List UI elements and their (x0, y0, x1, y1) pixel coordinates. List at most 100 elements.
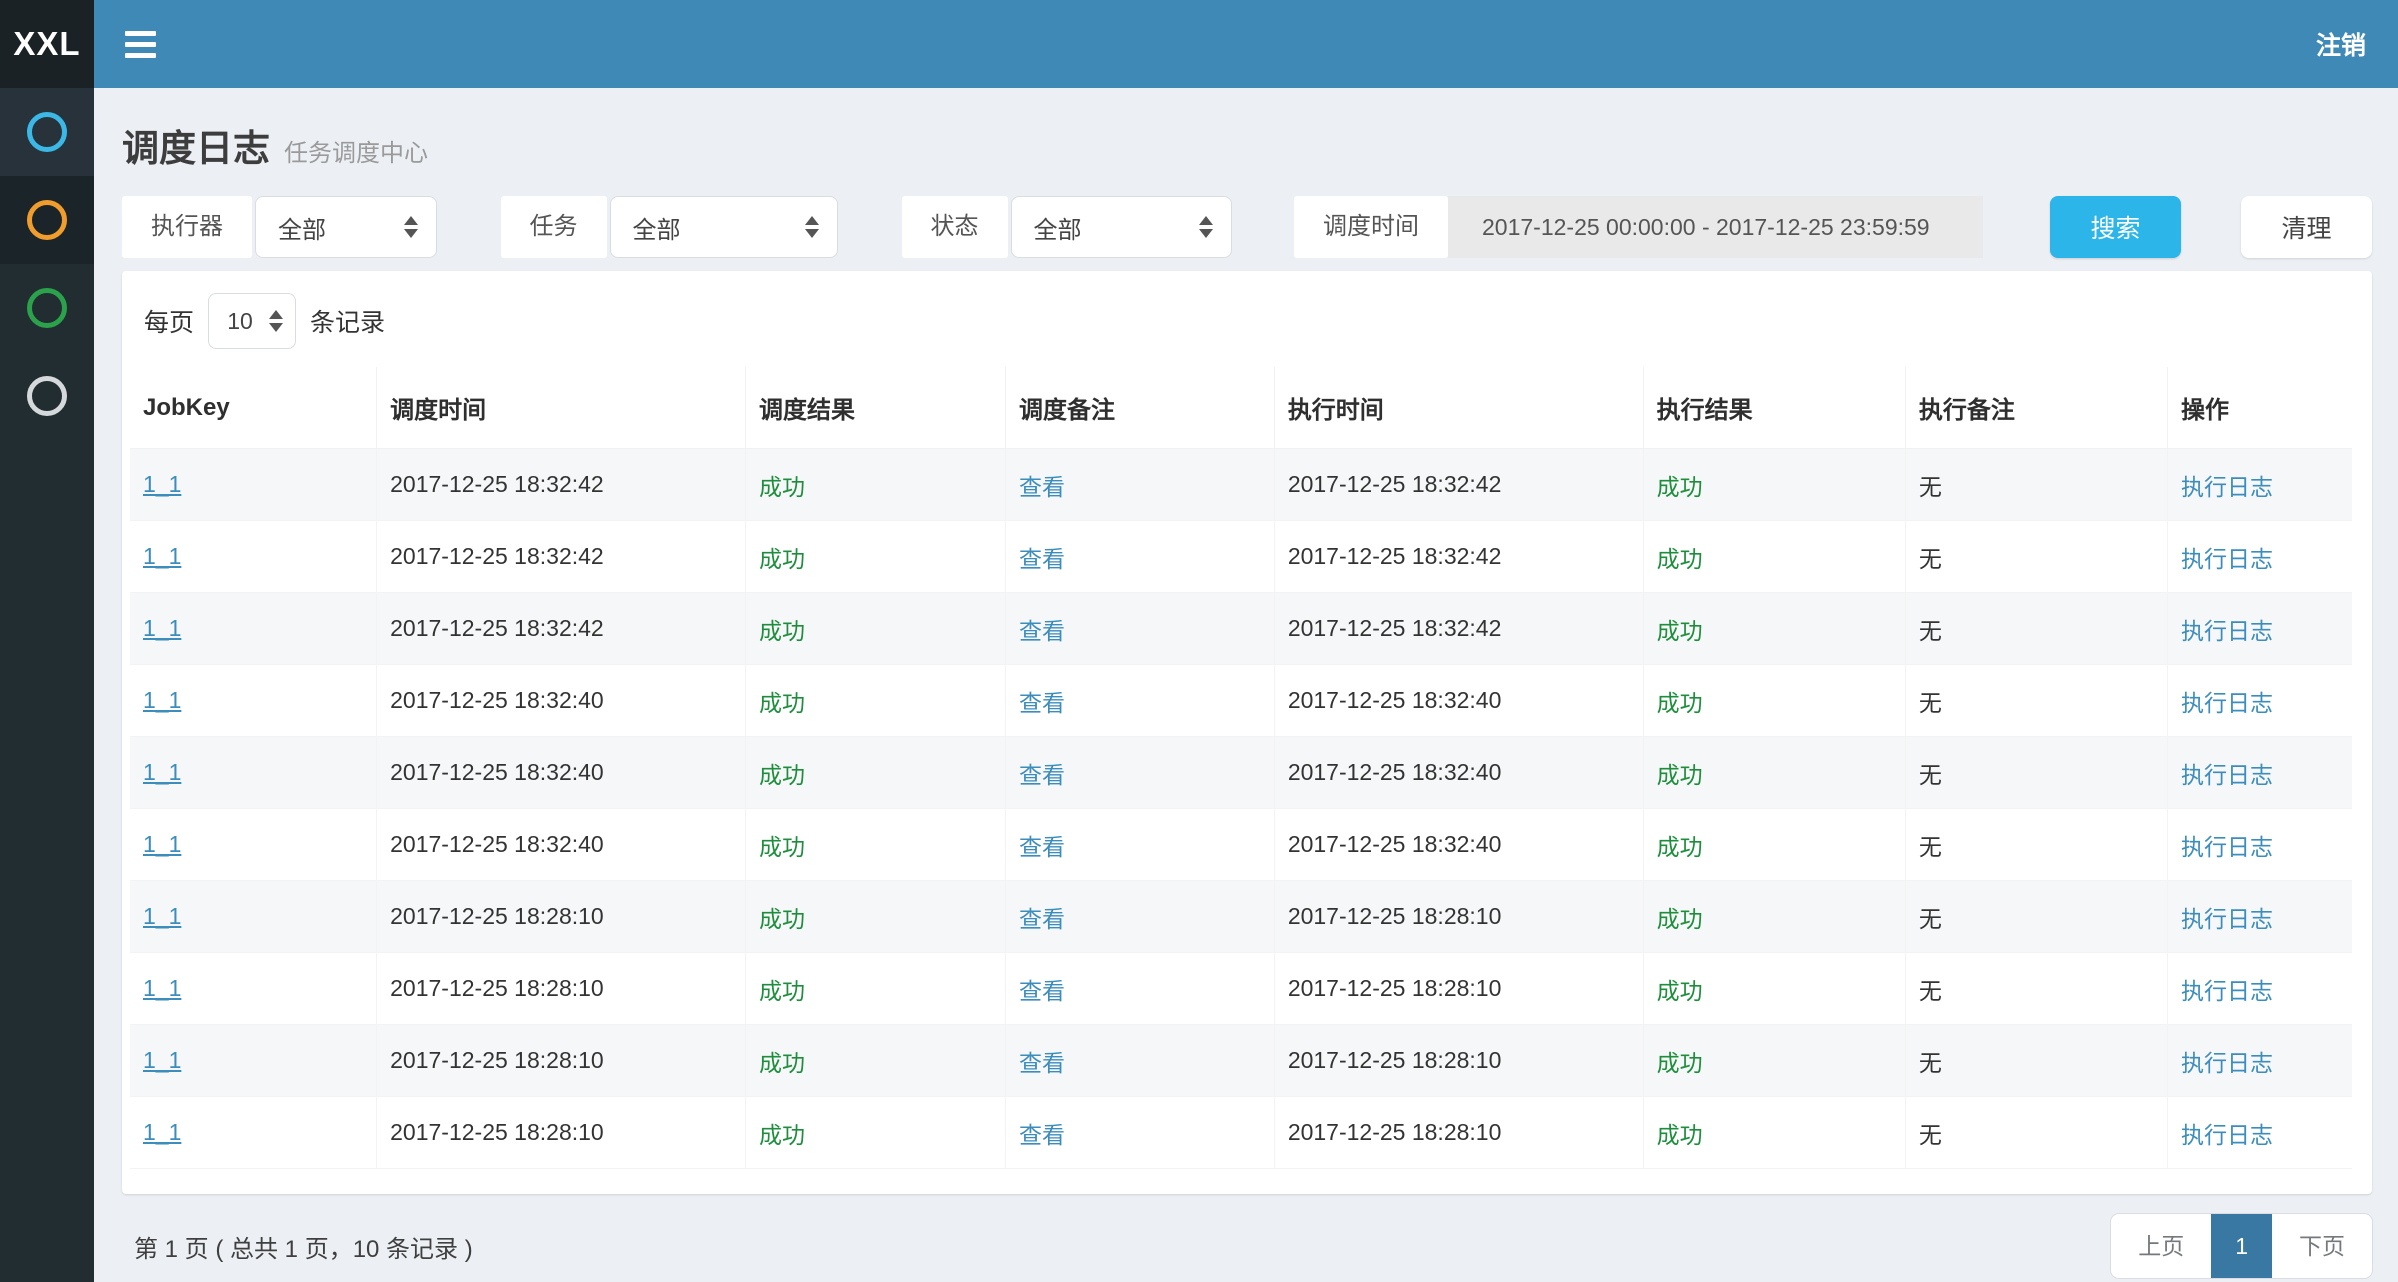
handle-result: 成功 (1657, 762, 1703, 788)
trigger-msg-link[interactable]: 查看 (1019, 546, 1065, 572)
top-navbar: XXL 注销 (0, 0, 2398, 88)
circle-o-icon (27, 288, 67, 328)
trigger-time-range-input[interactable] (1448, 196, 1983, 258)
trigger-time: 2017-12-25 18:32:42 (390, 615, 604, 641)
page-header: 调度日志 任务调度中心 (122, 118, 2372, 172)
sidebar-item-4[interactable] (0, 352, 94, 440)
trigger-msg-link[interactable]: 查看 (1019, 474, 1065, 500)
sidebar-item-2-active[interactable] (0, 176, 94, 264)
jobkey-link[interactable]: 1_1 (143, 975, 181, 1001)
table-footer: 第 1 页 ( 总共 1 页，10 条记录 ) 上页 1 下页 (122, 1214, 2372, 1278)
trigger-result: 成功 (759, 834, 805, 860)
table-header-row: JobKey调度时间调度结果调度备注执行时间执行结果执行备注操作 (130, 367, 2352, 449)
execute-log-link[interactable]: 执行日志 (2181, 546, 2273, 572)
handle-time: 2017-12-25 18:28:10 (1288, 1047, 1502, 1073)
jobkey-link[interactable]: 1_1 (143, 759, 181, 785)
jobkey-link[interactable]: 1_1 (143, 615, 181, 641)
trigger-msg-link[interactable]: 查看 (1019, 762, 1065, 788)
trigger-result: 成功 (759, 762, 805, 788)
trigger-result: 成功 (759, 618, 805, 644)
trigger-result: 成功 (759, 978, 805, 1004)
page-size-suffix-label: 条记录 (310, 303, 385, 339)
trigger-time: 2017-12-25 18:28:10 (390, 1047, 604, 1073)
jobkey-link[interactable]: 1_1 (143, 831, 181, 857)
execute-log-link[interactable]: 执行日志 (2181, 762, 2273, 788)
job-select[interactable]: 全部 (610, 196, 838, 258)
handle-msg: 无 (1919, 1050, 1942, 1076)
circle-o-icon (27, 112, 67, 152)
jobkey-link[interactable]: 1_1 (143, 471, 181, 497)
handle-msg: 无 (1919, 834, 1942, 860)
trigger-msg-link[interactable]: 查看 (1019, 690, 1065, 716)
clear-button[interactable]: 清理 (2241, 196, 2372, 258)
trigger-msg-link[interactable]: 查看 (1019, 618, 1065, 644)
trigger-time: 2017-12-25 18:28:10 (390, 975, 604, 1001)
execute-log-link[interactable]: 执行日志 (2181, 474, 2273, 500)
select-stepper-icon (269, 310, 283, 332)
trigger-result: 成功 (759, 1050, 805, 1076)
trigger-result: 成功 (759, 546, 805, 572)
execute-log-link[interactable]: 执行日志 (2181, 690, 2273, 716)
executor-select[interactable]: 全部 (255, 196, 437, 258)
handle-time: 2017-12-25 18:28:10 (1288, 903, 1502, 929)
sidebar-toggle-button[interactable] (94, 0, 186, 88)
logout-link[interactable]: 注销 (2284, 0, 2398, 88)
handle-result: 成功 (1657, 474, 1703, 500)
main-content: 调度日志 任务调度中心 执行器 全部 任务 全部 状态 全部 调度时间 (94, 88, 2398, 1282)
column-header: 操作 (2168, 367, 2352, 449)
handle-time: 2017-12-25 18:32:40 (1288, 831, 1502, 857)
page-size-select[interactable]: 10 (208, 293, 296, 349)
trigger-result: 成功 (759, 1122, 805, 1148)
column-header: 调度结果 (745, 367, 1005, 449)
handle-result: 成功 (1657, 1050, 1703, 1076)
trigger-time: 2017-12-25 18:28:10 (390, 1119, 604, 1145)
circle-o-icon (27, 376, 67, 416)
execute-log-link[interactable]: 执行日志 (2181, 618, 2273, 644)
column-header: 调度备注 (1005, 367, 1274, 449)
handle-result: 成功 (1657, 834, 1703, 860)
table-row: 1_12017-12-25 18:32:42成功查看2017-12-25 18:… (130, 521, 2352, 593)
trigger-msg-link[interactable]: 查看 (1019, 906, 1065, 932)
app-logo[interactable]: XXL (0, 0, 94, 88)
status-select[interactable]: 全部 (1011, 196, 1233, 258)
trigger-time: 2017-12-25 18:32:40 (390, 687, 604, 713)
handle-result: 成功 (1657, 906, 1703, 932)
hamburger-icon (125, 31, 156, 58)
execute-log-link[interactable]: 执行日志 (2181, 906, 2273, 932)
jobkey-link[interactable]: 1_1 (143, 1119, 181, 1145)
search-button[interactable]: 搜索 (2050, 196, 2181, 258)
log-table-body: 1_12017-12-25 18:32:42成功查看2017-12-25 18:… (130, 449, 2352, 1169)
table-row: 1_1 2017-12-25 18:32:42 成功 查看 2017-12-25 18:… (130, 593, 2352, 665)
handle-time: 2017-12-25 18:32:42 (1288, 615, 1502, 641)
execute-log-link[interactable]: 执行日志 (2181, 834, 2273, 860)
trigger-msg-link[interactable]: 查看 (1019, 978, 1065, 1004)
jobkey-link[interactable]: 1_1 (143, 1047, 181, 1073)
trigger-time: 2017-12-25 18:32:42 (390, 471, 604, 497)
handle-time: 2017-12-25 18:32:40 (1288, 759, 1502, 785)
table-row: 1_1 2017-12-25 18:28:10 成功 查看 2017-12-25 18:… (130, 1025, 2352, 1097)
sidebar-item-1[interactable] (0, 88, 94, 176)
trigger-result: 成功 (759, 690, 805, 716)
trigger-time-filter-label: 调度时间 (1294, 196, 1448, 258)
sidebar-item-3[interactable] (0, 264, 94, 352)
jobkey-link[interactable]: 1_1 (143, 903, 181, 929)
log-table-box: 每页 10 条记录 JobKey调度时间调度结果调度备注执行时间执行结果执行备注… (122, 271, 2372, 1194)
jobkey-link[interactable]: 1_1 (143, 687, 181, 713)
execute-log-link[interactable]: 执行日志 (2181, 1050, 2273, 1076)
execute-log-link[interactable]: 执行日志 (2181, 978, 2273, 1004)
page-size-row: 每页 10 条记录 (144, 293, 2352, 349)
trigger-result: 成功 (759, 906, 805, 932)
trigger-msg-link[interactable]: 查看 (1019, 1050, 1065, 1076)
app-window: XXL 注销 调度日志 任务调度中心 执行器 全部 (0, 0, 2398, 1282)
pagination-summary: 第 1 页 ( 总共 1 页，10 条记录 ) (134, 1229, 473, 1264)
trigger-msg-link[interactable]: 查看 (1019, 1122, 1065, 1148)
prev-page-button[interactable]: 上页 (2111, 1214, 2211, 1278)
job-filter-label: 任务 (501, 196, 607, 258)
execute-log-link[interactable]: 执行日志 (2181, 1122, 2273, 1148)
jobkey-link[interactable]: 1_1 (143, 543, 181, 569)
handle-msg: 无 (1919, 1122, 1942, 1148)
trigger-msg-link[interactable]: 查看 (1019, 834, 1065, 860)
current-page-button[interactable]: 1 (2211, 1214, 2272, 1278)
next-page-button[interactable]: 下页 (2272, 1214, 2372, 1278)
table-row: 1_12017-12-25 18:32:42成功查看2017-12-25 18:… (130, 449, 2352, 521)
